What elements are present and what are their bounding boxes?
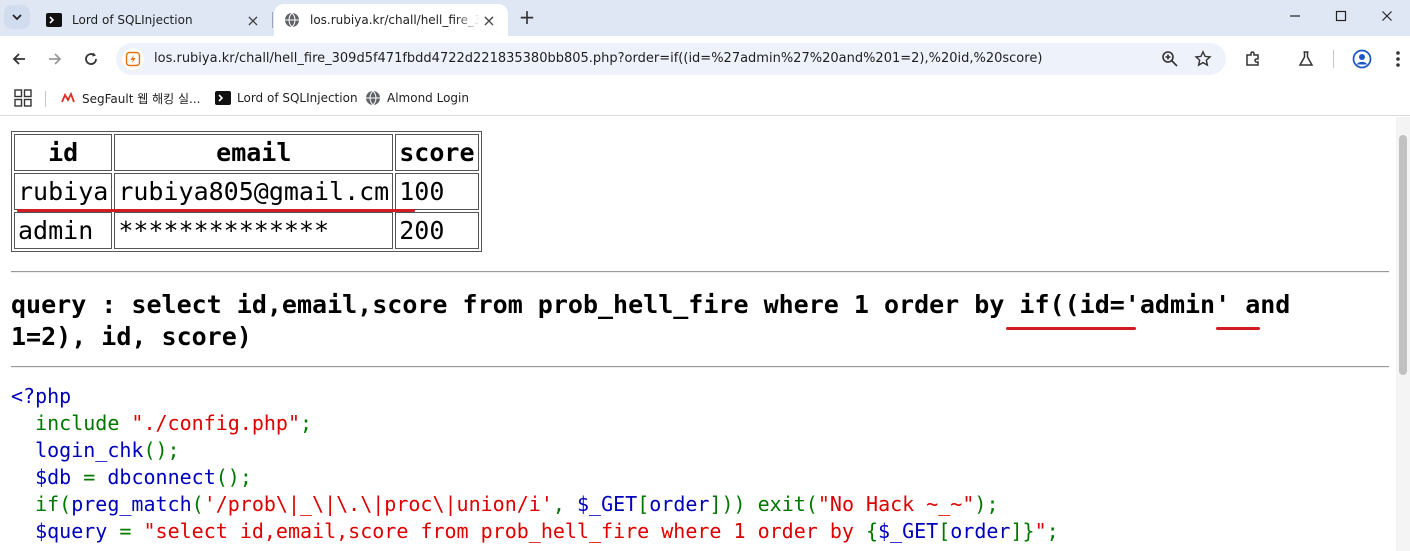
- tab-separator: [272, 12, 273, 28]
- page-viewport: id email score rubiya rubiya805@gmail.cm…: [0, 117, 1410, 551]
- close-icon[interactable]: ×: [480, 11, 498, 30]
- bookmark-star-button[interactable]: [1192, 48, 1214, 70]
- bookmark-label: Lord of SQLInjection: [237, 91, 358, 105]
- bookmark-lord-of-sqlinjection[interactable]: Lord of SQLInjection: [215, 87, 358, 109]
- vertical-scrollbar[interactable]: [1396, 117, 1410, 551]
- close-icon[interactable]: ×: [244, 11, 262, 30]
- query-text: query : select id,email,score from prob_…: [11, 290, 1291, 351]
- close-window-button[interactable]: [1364, 0, 1410, 32]
- bookmarks-bar: SegFault 웹 해킹 실... Lord of SQLInjection …: [0, 82, 1410, 116]
- kebab-menu-icon: [1396, 51, 1400, 67]
- arrow-left-icon: [12, 53, 25, 65]
- flask-icon: [1298, 51, 1314, 66]
- terminal-icon: [46, 12, 62, 28]
- browser-toolbar: los.rubiya.kr/chall/hell_fire_309d5f471f…: [0, 36, 1410, 82]
- forward-button[interactable]: [42, 46, 68, 72]
- cell-score: 200: [395, 212, 479, 249]
- header-email: email: [114, 134, 394, 171]
- query-condition-id: id='admin': [1079, 290, 1231, 319]
- cell-email: **************: [114, 212, 394, 249]
- reload-icon: [85, 52, 97, 65]
- extensions-button[interactable]: [1241, 47, 1265, 71]
- avatar-icon: [1352, 49, 1372, 69]
- bookmarks-separator: [45, 91, 46, 107]
- not-secure-icon: [125, 51, 141, 67]
- result-table: id email score rubiya rubiya805@gmail.cm…: [11, 131, 482, 252]
- profile-button[interactable]: [1350, 47, 1374, 71]
- cell-id: admin: [14, 212, 113, 249]
- terminal-icon: [215, 90, 231, 106]
- apps-icon[interactable]: [14, 89, 32, 107]
- maximize-button[interactable]: [1318, 0, 1364, 32]
- divider: [11, 271, 1389, 273]
- zoom-button[interactable]: [1159, 48, 1181, 70]
- star-icon: [1194, 50, 1212, 67]
- maximize-icon: [1335, 10, 1347, 22]
- segfault-icon: [60, 90, 76, 106]
- tab-title: los.rubiya.kr/chall/hell_fire_309d5f471f…: [310, 13, 480, 27]
- address-bar[interactable]: los.rubiya.kr/chall/hell_fire_309d5f471f…: [116, 43, 1226, 75]
- page-content: id email score rubiya rubiya805@gmail.cm…: [0, 117, 1396, 551]
- arrow-right-icon: [49, 53, 62, 65]
- puzzle-icon: [1246, 51, 1259, 66]
- cell-score: 100: [395, 173, 479, 210]
- bookmark-segfault[interactable]: SegFault 웹 해킹 실...: [60, 87, 200, 109]
- table-row: rubiya rubiya805@gmail.cm 100: [14, 173, 479, 210]
- table-header-row: id email score: [14, 134, 479, 171]
- bookmark-almond-login[interactable]: Almond Login: [365, 87, 469, 109]
- tab-hell-fire[interactable]: los.rubiya.kr/chall/hell_fire_309d5f471f…: [274, 4, 508, 36]
- labs-button[interactable]: [1294, 47, 1318, 71]
- bookmark-label: Almond Login: [387, 91, 469, 105]
- header-score: score: [395, 134, 479, 171]
- zoom-icon: [1162, 51, 1178, 67]
- toolbar-separator: [1333, 50, 1334, 68]
- table-row: admin ************** 200: [14, 212, 479, 249]
- scrollbar-thumb[interactable]: [1399, 135, 1407, 375]
- plus-icon: +: [518, 5, 536, 29]
- query-condition-false: 1=2: [11, 322, 57, 351]
- divider: [11, 366, 1389, 368]
- minimize-button[interactable]: [1272, 0, 1318, 32]
- back-button[interactable]: [6, 46, 32, 72]
- tab-title: Lord of SQLInjection: [72, 13, 193, 27]
- minimize-icon: [1290, 15, 1300, 17]
- globe-icon: [365, 90, 381, 106]
- close-icon: [1382, 11, 1392, 21]
- tab-strip: Lord of SQLInjection × los.rubiya.kr/cha…: [0, 0, 1410, 36]
- tab-lord-of-sqlinjection[interactable]: Lord of SQLInjection ×: [36, 4, 272, 36]
- cell-email: rubiya805@gmail.cm: [114, 173, 394, 210]
- bookmark-label: SegFault 웹 해킹 실...: [82, 91, 201, 106]
- menu-button[interactable]: [1386, 47, 1410, 71]
- php-source-code: <?php include "./config.php"; login_chk(…: [11, 384, 1059, 543]
- reload-button[interactable]: [78, 46, 104, 72]
- annotation-underline-row1: [17, 209, 415, 212]
- header-id: id: [14, 134, 113, 171]
- site-info-button[interactable]: [122, 48, 144, 70]
- new-tab-button[interactable]: +: [514, 5, 540, 29]
- url-text: los.rubiya.kr/chall/hell_fire_309d5f471f…: [154, 51, 1043, 66]
- annotation-underline-id-admin: [1006, 327, 1136, 330]
- chevron-down-icon: [12, 14, 22, 21]
- cell-id: rubiya: [14, 173, 113, 210]
- tab-search-button[interactable]: [4, 5, 30, 29]
- annotation-underline-1-2: [1216, 327, 1260, 330]
- globe-icon: [284, 12, 300, 28]
